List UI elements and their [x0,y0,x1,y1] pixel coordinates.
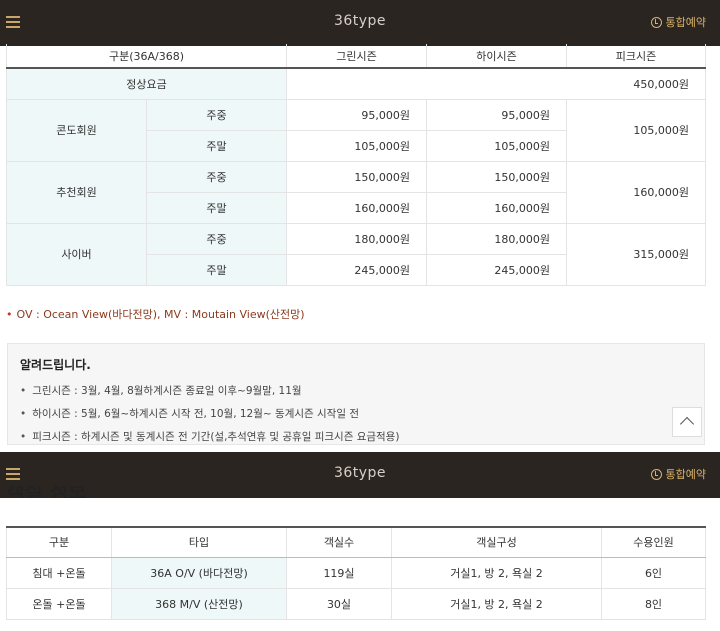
list-item: 그린시즌 : 3월, 4월, 8월하계시즌 종료일 이후~9월말, 11월 [20,383,692,398]
group-name: 콘도회원 [6,98,147,162]
reserve-label: 통합예약 [665,16,706,29]
high-price: 105,000원 [426,129,568,162]
room-table: 구분 타입 객실수 객실구성 수용인원 침대 +온돌 36A O/V (바다전망… [6,526,706,620]
header-room-layout: 객실구성 [391,526,602,558]
high-price: 160,000원 [426,191,568,224]
table-row: 사이버 주중 180,000원 180,000원 315,000원 [6,222,707,286]
app-header: 36type 통합예약 [0,452,720,498]
price-table: 구분(36A/368) 그린시즌 하이시즌 피크시즌 정상요금 450,000원… [5,44,707,286]
view-note: • OV : Ocean View(바다전망), MV : Moutain Vie… [6,306,305,322]
reserve-label: 통합예약 [665,468,706,481]
group-name: 사이버 [6,222,147,286]
high-price: 245,000원 [426,253,568,286]
app-title: 36type [333,13,387,29]
app-header: 36type 통합예약 [0,0,720,46]
header-green-season: 그린시즌 [286,44,428,69]
day-type: 주중 [145,98,288,131]
table-row: 콘도회원 주중 95,000원 95,000원 105,000원 [6,98,707,162]
table-row: 침대 +온돌 36A O/V (바다전망) 119실 거실1, 방 2, 욕실 … [6,556,706,589]
app-title: 36type [333,465,387,481]
room-capacity: 6인 [601,556,706,589]
header-type: 타입 [111,526,287,558]
header-capacity: 수용인원 [601,526,706,558]
day-type: 주중 [145,222,288,255]
day-type: 주중 [145,160,288,193]
peak-price: 315,000원 [566,222,707,286]
day-type: 주말 [145,191,288,224]
list-item: 피크시즌 : 하계시즌 및 동계시즌 전 기간(설,추석연휴 및 공휴일 피크시… [20,429,692,444]
high-price: 95,000원 [426,98,568,131]
reserve-button[interactable]: 통합예약 [650,14,706,30]
group-name: 추천회원 [6,160,147,224]
day-type: 주말 [145,253,288,286]
room-capacity: 8인 [601,587,706,620]
green-price: 150,000원 [286,160,428,193]
green-price: 180,000원 [286,222,428,255]
clock-icon [650,468,662,480]
peak-price: 105,000원 [566,98,707,162]
regular-price-value: 450,000원 [286,67,707,100]
list-item: 하이시즌 : 5월, 6월~하계시즌 시작 전, 10월, 12월~ 동계시즌 … [20,406,692,421]
room-section-heading: 객실 정보 [6,486,87,498]
view-note-text: OV : Ocean View(바다전망), MV : Moutain View… [16,308,305,321]
reserve-button[interactable]: 통합예약 [650,466,706,482]
day-type: 주말 [145,129,288,162]
scroll-to-top-button[interactable] [672,407,702,437]
high-price: 150,000원 [426,160,568,193]
table-row: 정상요금 450,000원 [5,67,707,100]
notice-list: 그린시즌 : 3월, 4월, 8월하계시즌 종료일 이후~9월말, 11월 하이… [20,383,692,444]
room-type: 36A O/V (바다전망) [111,556,287,589]
room-category: 침대 +온돌 [6,556,112,589]
room-count: 30실 [286,587,392,620]
header-room-count: 객실수 [286,526,392,558]
header-high-season: 하이시즌 [426,44,568,69]
green-price: 95,000원 [286,98,428,131]
table-row: 온돌 +온돌 368 M/V (산전망) 30실 거실1, 방 2, 욕실 2 … [6,587,706,620]
regular-price-label: 정상요금 [5,67,288,100]
peak-price: 160,000원 [566,160,707,224]
room-layout: 거실1, 방 2, 욕실 2 [391,556,602,589]
header-peak-season: 피크시즌 [566,44,707,69]
room-category: 온돌 +온돌 [6,587,112,620]
green-price: 160,000원 [286,191,428,224]
table-row: 추천회원 주중 150,000원 150,000원 160,000원 [6,160,707,224]
header-category: 구분 [6,526,112,558]
notice-title: 알려드립니다. [20,358,91,372]
chevron-up-icon [679,416,695,432]
notice-box: 알려드립니다. 그린시즌 : 3월, 4월, 8월하계시즌 종료일 이후~9월말… [7,343,705,445]
high-price: 180,000원 [426,222,568,255]
room-layout: 거실1, 방 2, 욕실 2 [391,587,602,620]
green-price: 105,000원 [286,129,428,162]
green-price: 245,000원 [286,253,428,286]
bullet-icon: • [6,308,13,321]
clock-icon [650,16,662,28]
room-count: 119실 [286,556,392,589]
room-type: 368 M/V (산전망) [111,587,287,620]
header-category: 구분(36A/368) [5,44,288,69]
